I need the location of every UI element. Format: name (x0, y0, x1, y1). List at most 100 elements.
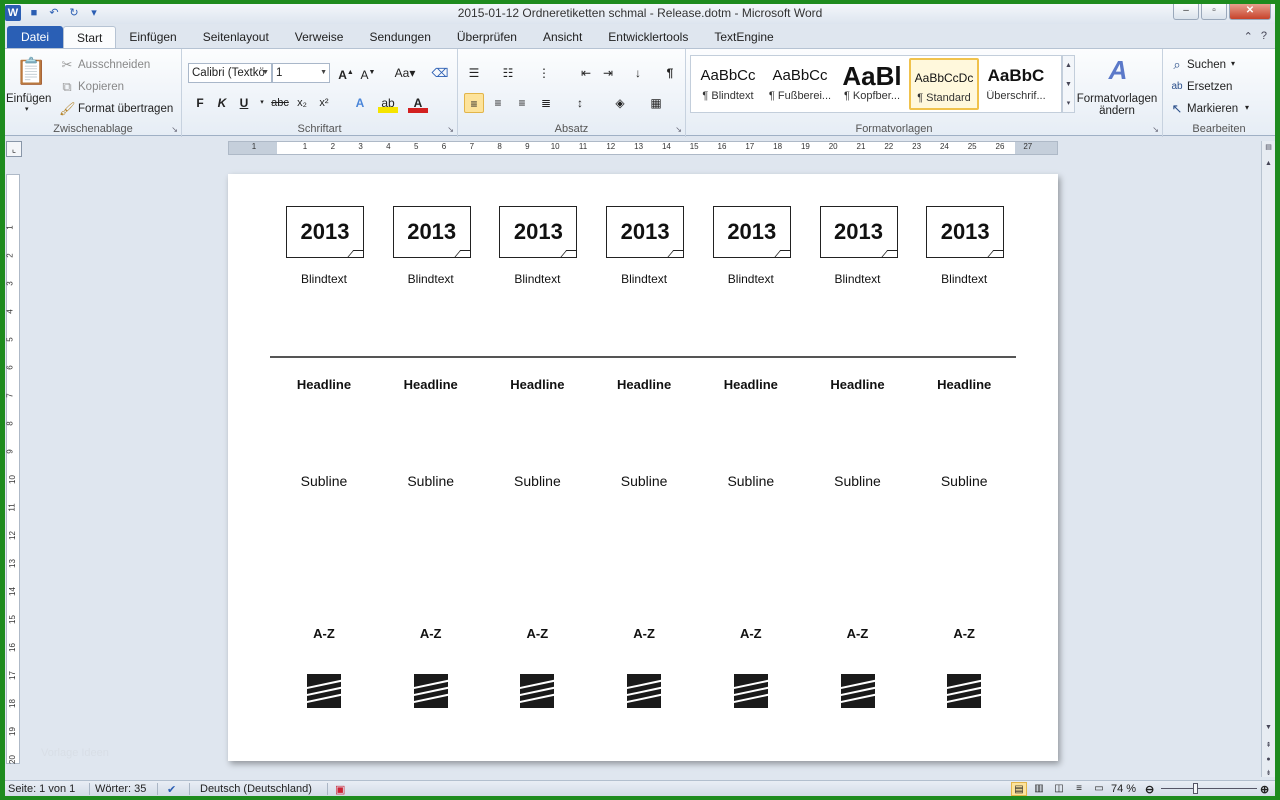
blindtext[interactable]: Blindtext (594, 272, 694, 286)
line-spacing-icon[interactable]: ↕ (570, 93, 590, 113)
bold-button[interactable]: F (190, 93, 210, 113)
style-ueberschrift[interactable]: AaBbC Überschrif... (981, 58, 1051, 110)
subscript-button[interactable]: x₂ (292, 93, 312, 113)
increase-indent-icon[interactable]: ⇥ (598, 63, 618, 83)
paste-dropdown-icon[interactable]: ▾ (25, 105, 29, 113)
year-box[interactable]: 2013 (712, 206, 791, 258)
align-right-button[interactable]: ≡ (512, 93, 532, 113)
font-name-dropdown-icon[interactable]: ▼ (262, 64, 269, 82)
justify-button[interactable]: ≣ (536, 93, 556, 113)
zoom-out-icon[interactable]: ⊖ (1145, 783, 1154, 796)
tab-selector-icon[interactable]: ⌞ (6, 141, 22, 157)
year-box[interactable]: 2013 (286, 206, 364, 258)
tab-developer[interactable]: Entwicklertools (595, 26, 701, 48)
tab-mailings[interactable]: Sendungen (356, 26, 443, 48)
help-icon[interactable]: ? (1261, 30, 1267, 43)
grow-font-icon[interactable]: A▲ (336, 63, 356, 83)
subline[interactable]: Subline (274, 473, 374, 489)
subline[interactable]: Subline (487, 473, 587, 489)
minimize-button[interactable]: – (1173, 4, 1199, 20)
select-dropdown-icon[interactable]: ▾ (1245, 103, 1249, 112)
find-button[interactable]: Suchen (1187, 59, 1226, 71)
superscript-button[interactable]: x² (314, 93, 334, 113)
headline[interactable]: Headline (381, 377, 481, 392)
blindtext[interactable]: Blindtext (487, 272, 587, 286)
close-button[interactable]: ✕ (1229, 4, 1271, 20)
status-page[interactable]: Seite: 1 von 1 (8, 783, 75, 795)
blindtext[interactable]: Blindtext (914, 272, 1014, 286)
change-styles-button-line2[interactable]: ändern (1073, 105, 1161, 117)
year-box[interactable]: 2013 (926, 206, 1005, 258)
tab-references[interactable]: Verweise (282, 26, 357, 48)
vertical-scrollbar[interactable]: ▤ ▲ ▼ ⇞ ● ⇟ (1261, 141, 1275, 777)
font-size-dropdown-icon[interactable]: ▼ (320, 64, 327, 82)
tab-insert[interactable]: Einfügen (116, 26, 189, 48)
previous-page-icon[interactable]: ⇞ (1262, 739, 1275, 753)
minimize-ribbon-icon[interactable]: ⌃ (1244, 30, 1253, 43)
scroll-up-icon[interactable]: ▲ (1262, 157, 1275, 171)
font-launcher-icon[interactable]: ↘ (447, 125, 454, 134)
draft-button[interactable]: ▭ (1091, 782, 1107, 796)
zoom-slider-knob[interactable] (1193, 783, 1199, 794)
copy-button[interactable]: Kopieren (78, 81, 124, 93)
align-center-button[interactable]: ≡ (488, 93, 508, 113)
next-page-icon[interactable]: ⇟ (1262, 767, 1275, 781)
a-z-label[interactable]: A-Z (274, 626, 374, 641)
full-screen-reading-button[interactable]: ▥ (1031, 782, 1047, 796)
style-standard[interactable]: AaBbCcDc ¶ Standard (909, 58, 979, 110)
paste-button[interactable]: Einfügen (6, 93, 51, 105)
year-box[interactable]: 2013 (606, 206, 685, 258)
a-z-label[interactable]: A-Z (701, 626, 801, 641)
underline-dropdown-icon[interactable]: ▾ (252, 93, 272, 113)
tab-textengine[interactable]: TextEngine (701, 26, 786, 48)
a-z-label[interactable]: A-Z (594, 626, 694, 641)
year-box[interactable]: 2013 (499, 206, 578, 258)
change-styles-button[interactable]: Formatvorlagen (1073, 93, 1161, 105)
italic-button[interactable]: K (212, 93, 232, 113)
headline[interactable]: Headline (701, 377, 801, 392)
cut-button[interactable]: Ausschneiden (78, 59, 150, 71)
format-painter-button[interactable]: Format übertragen (78, 103, 173, 115)
strikethrough-button[interactable]: abc (270, 93, 290, 113)
font-color-icon[interactable]: A (408, 93, 428, 113)
subline[interactable]: Subline (808, 473, 908, 489)
a-z-label[interactable]: A-Z (808, 626, 908, 641)
style-fussbereich[interactable]: AaBbCc ¶ Fußberei... (765, 58, 835, 110)
scroll-down-icon[interactable]: ▼ (1262, 721, 1275, 735)
select-button[interactable]: Markieren (1187, 103, 1238, 115)
proofing-icon[interactable]: ✔ (167, 783, 176, 796)
paste-icon[interactable]: 📋 (15, 55, 47, 87)
tab-file[interactable]: Datei (7, 26, 64, 48)
view-ruler-icon[interactable]: ▤ (1262, 141, 1275, 155)
tab-start[interactable]: Start (63, 26, 117, 48)
headline[interactable]: Headline (808, 377, 908, 392)
decrease-indent-icon[interactable]: ⇤ (576, 63, 596, 83)
style-blindtext[interactable]: AaBbCc ¶ Blindtext (693, 58, 763, 110)
align-left-button[interactable]: ≡ (464, 93, 484, 113)
font-size-combo[interactable]: 1 ▼ (272, 63, 330, 83)
horizontal-ruler[interactable]: 1 1 2 3 4 5 6 7 8 9 10 11 12 13 14 15 16 17 18 19 20 21 22 23 24… (228, 141, 1058, 155)
headline[interactable]: Headline (914, 377, 1014, 392)
browse-object-icon[interactable]: ● (1262, 753, 1275, 767)
a-z-label[interactable]: A-Z (914, 626, 1014, 641)
style-kopfbereich[interactable]: AaBl ¶ Kopfber... (837, 58, 907, 110)
status-language[interactable]: Deutsch (Deutschland) (200, 783, 312, 795)
year-box[interactable]: 2013 (392, 206, 471, 258)
tab-review[interactable]: Überprüfen (444, 26, 530, 48)
paragraph-launcher-icon[interactable]: ↘ (675, 125, 682, 134)
find-dropdown-icon[interactable]: ▾ (1231, 59, 1235, 68)
multilevel-list-icon[interactable]: ⋮ (534, 63, 554, 83)
change-case-icon[interactable]: Aa▾ (392, 63, 418, 83)
maximize-button[interactable]: ▫ (1201, 4, 1227, 20)
zoom-slider[interactable] (1161, 788, 1257, 789)
zoom-level[interactable]: 74 % (1111, 783, 1136, 795)
change-styles-icon[interactable]: A (1098, 55, 1138, 85)
shading-icon[interactable]: ◈ (610, 93, 630, 113)
document-page[interactable]: 2013 Blindtext Headline Subline A-Z 2013 Blind… (228, 174, 1058, 761)
a-z-label[interactable]: A-Z (381, 626, 481, 641)
blindtext[interactable]: Blindtext (808, 272, 908, 286)
show-formatting-icon[interactable]: ¶ (660, 63, 680, 83)
subline[interactable]: Subline (381, 473, 481, 489)
clipboard-launcher-icon[interactable]: ↘ (171, 125, 178, 134)
outline-button[interactable]: ≡ (1071, 782, 1087, 796)
